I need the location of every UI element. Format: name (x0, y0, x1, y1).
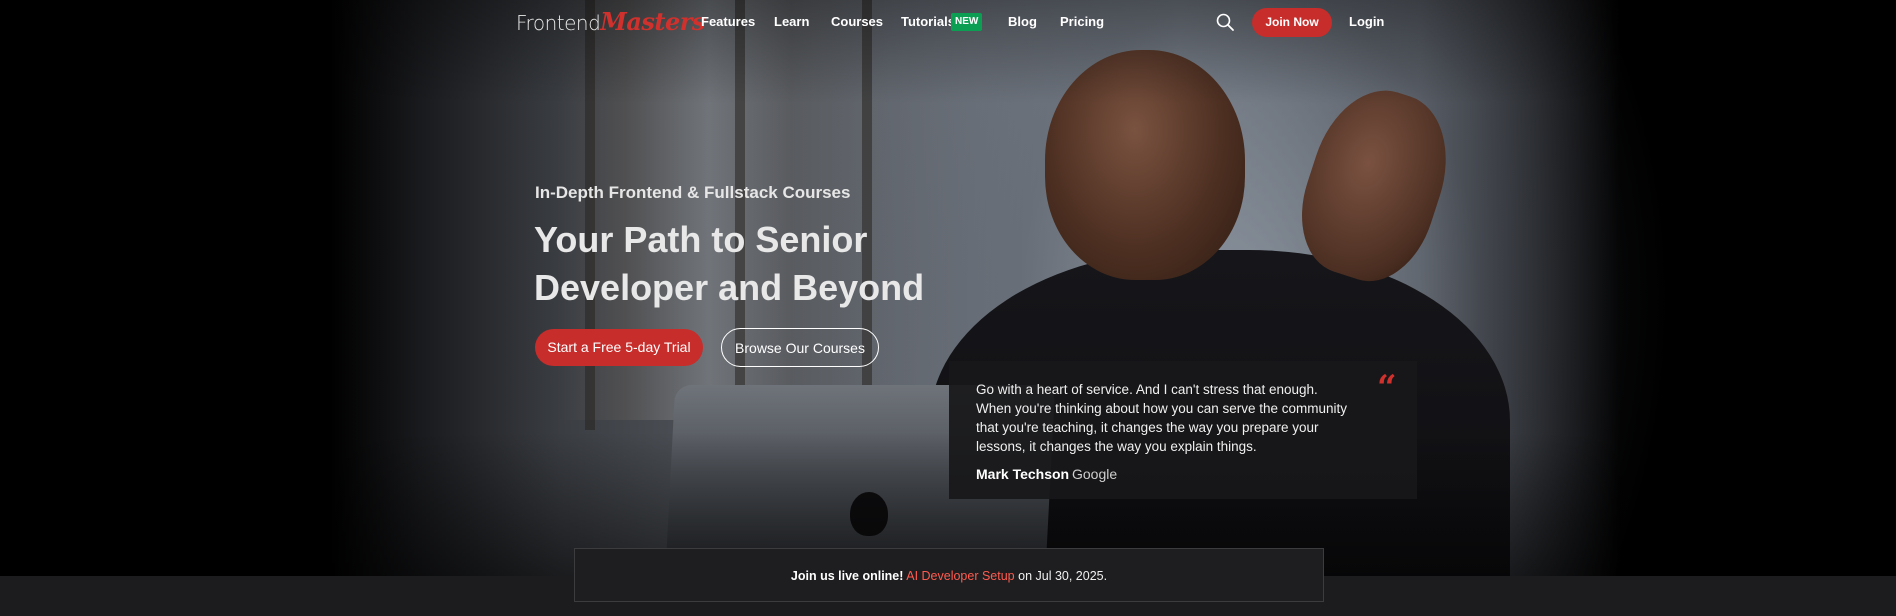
nav-link-features[interactable]: Features (701, 14, 755, 30)
browse-courses-button[interactable]: Browse Our Courses (721, 328, 879, 367)
testimonial-card: Go with a heart of service. And I can't … (949, 361, 1417, 499)
testimonial-author: Mark Techson (976, 466, 1070, 482)
hero-headline: Your Path to Senior Developer and Beyond (534, 219, 925, 308)
hero-eyebrow: In-Depth Frontend & Fullstack Courses (535, 183, 851, 202)
nav-link-blog[interactable]: Blog (1008, 14, 1037, 30)
live-event-banner: Join us live online! AI Developer Setup … (574, 548, 1324, 602)
nav-link-courses[interactable]: Courses (831, 14, 883, 30)
login-link[interactable]: Login (1349, 14, 1384, 30)
banner-lead: Join us live online! (790, 569, 904, 583)
nav-link-tutorials[interactable]: Tutorials (901, 14, 955, 30)
banner-event-link[interactable]: AI Developer Setup (906, 569, 1014, 583)
site-logo[interactable]: Frontend Masters (516, 6, 705, 38)
testimonial-quote: Go with a heart of service. And I can't … (976, 382, 1348, 454)
start-free-trial-button[interactable]: Start a Free 5-day Trial (535, 329, 703, 366)
new-badge: NEW (951, 13, 983, 31)
testimonial-company: Google (1072, 466, 1118, 482)
logo-wordmark-secondary: Masters (600, 7, 705, 36)
banner-date: on Jul 30, 2025. (1018, 569, 1108, 583)
search-icon[interactable] (1215, 12, 1235, 32)
nav-link-pricing[interactable]: Pricing (1060, 14, 1104, 30)
quote-mark-icon: “ (1377, 368, 1397, 408)
logo-wordmark-primary: Frontend (516, 11, 601, 35)
nav-link-learn[interactable]: Learn (774, 14, 809, 30)
join-now-button[interactable]: Join Now (1252, 8, 1332, 37)
top-nav: Frontend Masters Features Learn Courses … (0, 0, 1896, 44)
